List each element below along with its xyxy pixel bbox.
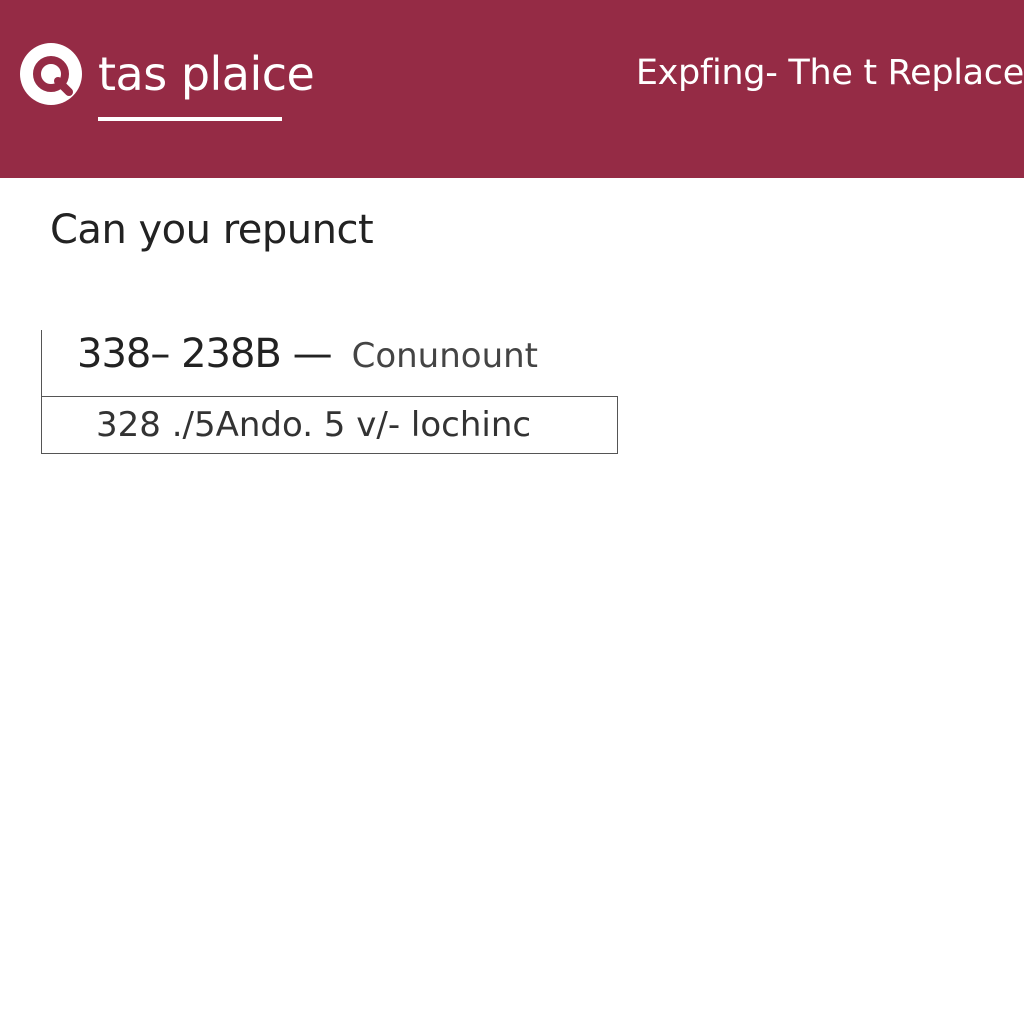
result-row-secondary[interactable]: 328 ./5Ando. 5 v/- lochinc bbox=[41, 396, 618, 454]
header-bar: tas plaice Expfing- The t Replace bbox=[0, 0, 1024, 178]
result-row-secondary-text: 328 ./5Ando. 5 v/- lochinc bbox=[96, 405, 532, 445]
result-row-primary[interactable]: 338– 238B — Conunount bbox=[41, 330, 602, 396]
brand-underline bbox=[98, 117, 282, 121]
result-row-primary-content: 338– 238B — Conunount bbox=[77, 330, 538, 386]
page: tas plaice Expfing- The t Replace Can yo… bbox=[0, 0, 1024, 1024]
magnifier-q-icon bbox=[20, 43, 82, 105]
page-title: Can you repunct bbox=[50, 207, 374, 253]
header-nav-link[interactable]: Expfing- The t Replace bbox=[636, 50, 1024, 96]
result-row-primary-label: Conunount bbox=[351, 336, 538, 376]
brand-name: tas plaice bbox=[98, 47, 315, 101]
brand-home-link[interactable]: tas plaice bbox=[20, 43, 315, 105]
result-row-primary-value: 338– 238B — bbox=[77, 331, 333, 377]
